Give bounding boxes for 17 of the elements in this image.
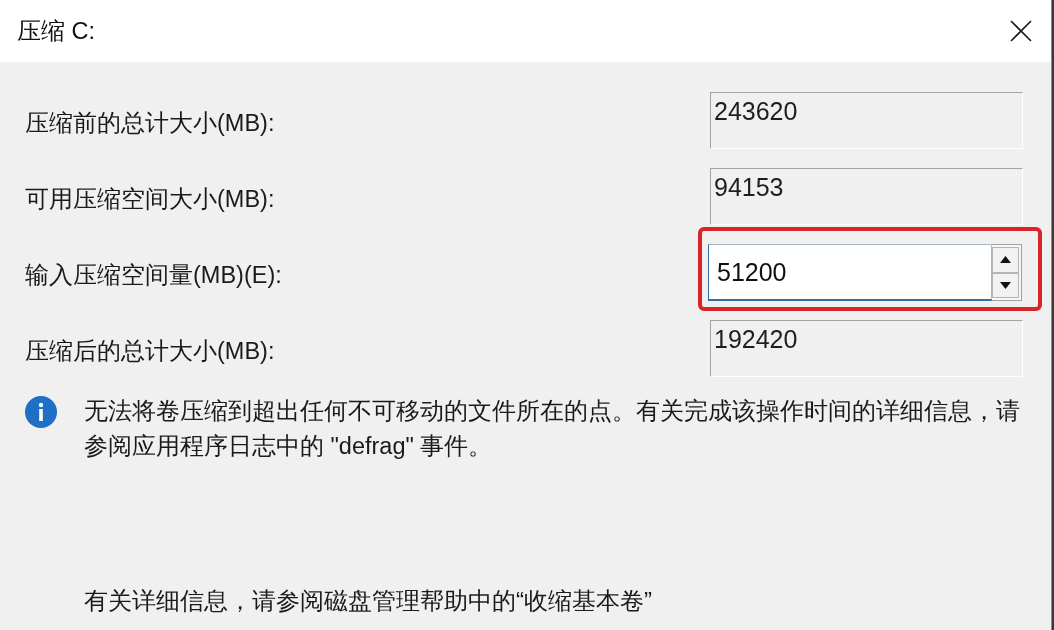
- help-message: 有关详细信息，请参阅磁盘管理帮助中的“收缩基本卷”: [84, 586, 653, 616]
- spin-up-button[interactable]: [992, 247, 1019, 273]
- field-label: 压缩后的总计大小(MB):: [25, 336, 276, 366]
- down-arrow-icon: [1000, 281, 1011, 289]
- field-label: 压缩前的总计大小(MB):: [25, 108, 276, 138]
- up-arrow-icon: [1000, 256, 1011, 264]
- close-icon: [1009, 19, 1033, 43]
- spin-down-button[interactable]: [992, 272, 1019, 298]
- readonly-field: 243620: [710, 92, 1023, 149]
- size-input[interactable]: 51200: [708, 244, 992, 301]
- readonly-field: 192420: [710, 320, 1023, 377]
- window-title: 压缩 C:: [17, 17, 96, 46]
- field-label: 可用压缩空间大小(MB):: [25, 184, 276, 214]
- info-message: 无法将卷压缩到超出任何不可移动的文件所在的点。有关完成该操作时间的详细信息，请参阅应用程序日志中的 "defrag" 事件。: [84, 397, 1021, 461]
- readonly-field: 94153: [710, 168, 1023, 225]
- field-label: 输入压缩空间量(MB)(E):: [25, 260, 283, 290]
- info-icon: [25, 396, 57, 428]
